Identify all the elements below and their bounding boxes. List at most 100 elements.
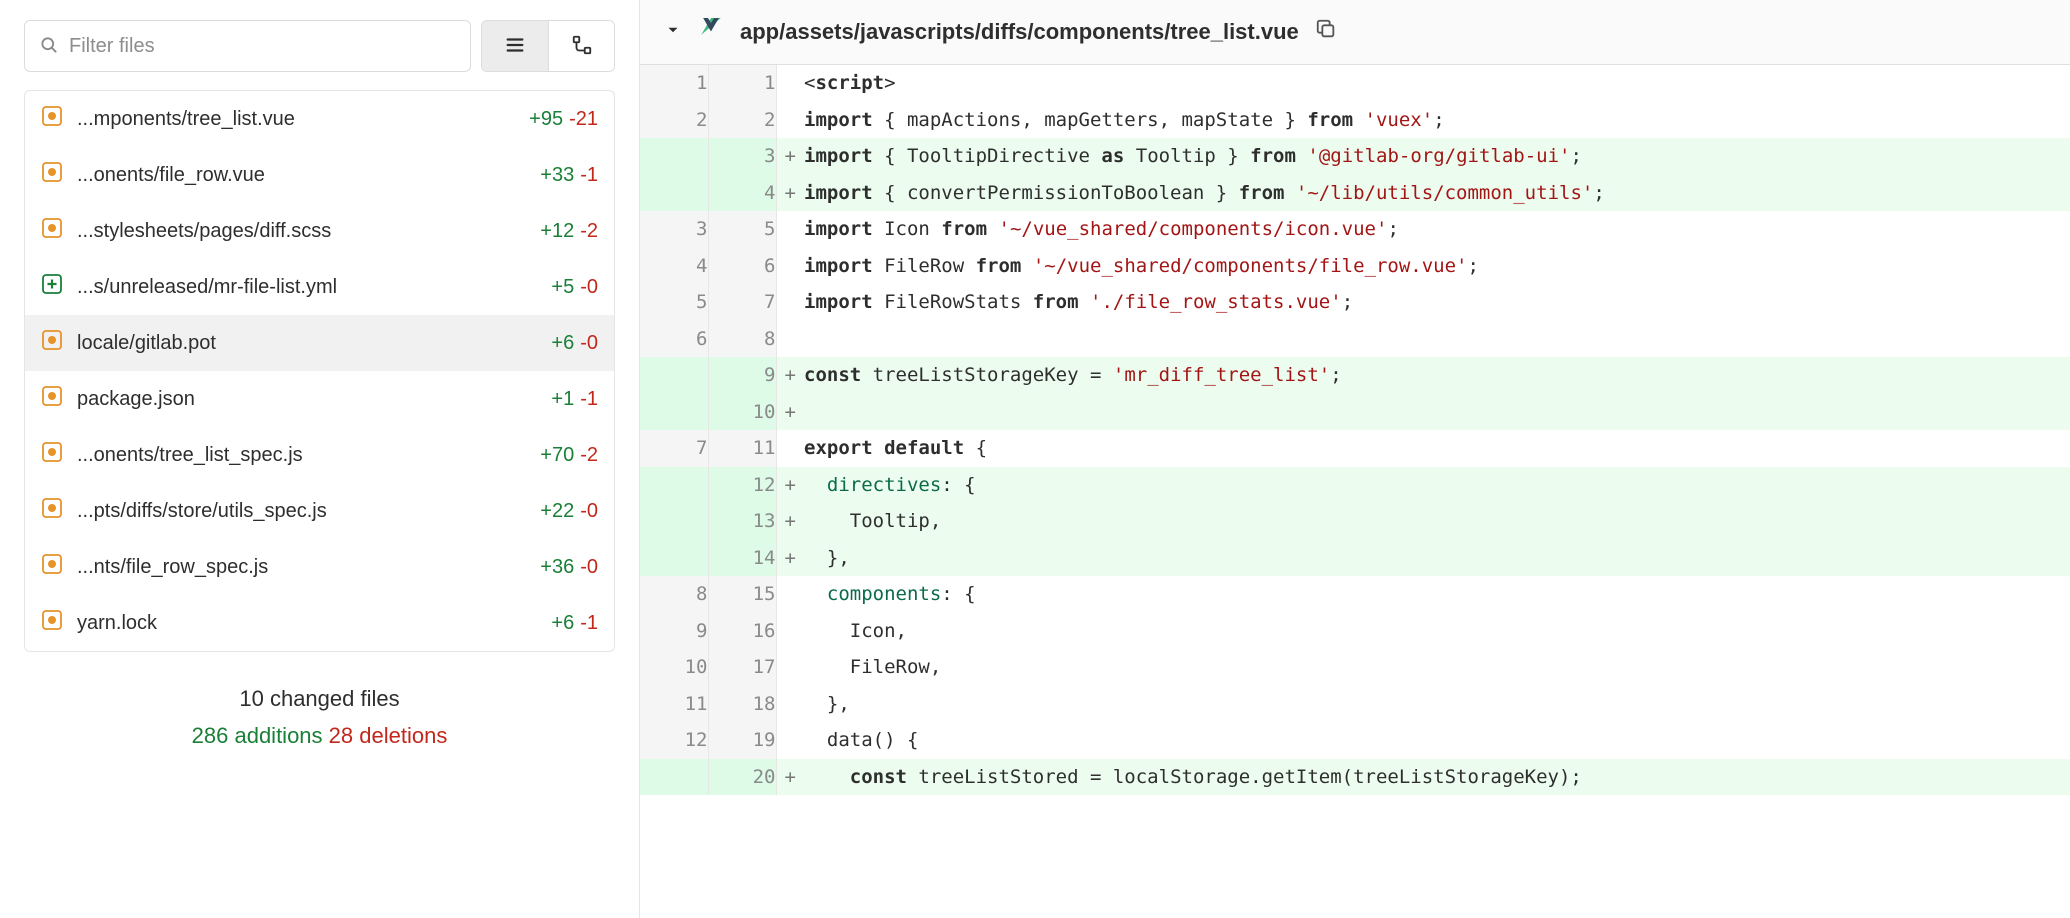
file-modified-icon — [41, 217, 77, 245]
diff-code: import { convertPermissionToBoolean } fr… — [804, 175, 2070, 212]
file-modified-icon — [41, 609, 77, 637]
file-tree-sidebar: ...mponents/tree_list.vue+95-21...onents… — [0, 0, 640, 918]
old-line-number[interactable] — [640, 467, 708, 504]
diff-code: data() { — [804, 722, 2070, 759]
new-line-number[interactable]: 1 — [708, 65, 776, 102]
diff-line: 14+ }, — [640, 540, 2070, 577]
file-name: ...mponents/tree_list.vue — [77, 108, 519, 131]
diff-sign — [776, 65, 804, 102]
new-line-number[interactable]: 18 — [708, 686, 776, 723]
new-line-number[interactable]: 5 — [708, 211, 776, 248]
old-line-number[interactable]: 5 — [640, 284, 708, 321]
new-line-number[interactable]: 10 — [708, 394, 776, 431]
file-additions: +1 — [551, 388, 574, 411]
file-deletions: -1 — [580, 164, 598, 187]
diff-sign: + — [776, 394, 804, 431]
diff-sign — [776, 576, 804, 613]
file-modified-icon — [41, 441, 77, 469]
file-name: ...pts/diffs/store/utils_spec.js — [77, 500, 530, 523]
collapse-diff-toggle[interactable] — [664, 19, 682, 45]
old-line-number[interactable]: 1 — [640, 65, 708, 102]
diff-sign: + — [776, 175, 804, 212]
file-row[interactable]: ...onents/tree_list_spec.js+70-2 — [25, 427, 614, 483]
new-line-number[interactable]: 7 — [708, 284, 776, 321]
old-line-number[interactable]: 6 — [640, 321, 708, 358]
new-line-number[interactable]: 4 — [708, 175, 776, 212]
tree-icon — [571, 34, 593, 59]
file-modified-icon — [41, 105, 77, 133]
file-additions: +5 — [551, 276, 574, 299]
file-row[interactable]: ...onents/file_row.vue+33-1 — [25, 147, 614, 203]
filter-row — [24, 20, 615, 72]
new-line-number[interactable]: 14 — [708, 540, 776, 577]
new-line-number[interactable]: 17 — [708, 649, 776, 686]
file-row[interactable]: ...mponents/tree_list.vue+95-21 — [25, 91, 614, 147]
file-deletions: -0 — [580, 556, 598, 579]
old-line-number[interactable]: 11 — [640, 686, 708, 723]
copy-path-button[interactable] — [1315, 18, 1337, 46]
new-line-number[interactable]: 2 — [708, 102, 776, 139]
old-line-number[interactable]: 10 — [640, 649, 708, 686]
new-line-number[interactable]: 16 — [708, 613, 776, 650]
old-line-number[interactable]: 7 — [640, 430, 708, 467]
diff-line: 10+ — [640, 394, 2070, 431]
file-row[interactable]: locale/gitlab.pot+6-0 — [25, 315, 614, 371]
new-line-number[interactable]: 19 — [708, 722, 776, 759]
old-line-number[interactable] — [640, 175, 708, 212]
file-row[interactable]: ...nts/file_row_spec.js+36-0 — [25, 539, 614, 595]
list-view-toggle[interactable] — [482, 21, 548, 71]
filter-input-wrap[interactable] — [24, 20, 471, 72]
changed-files-count: 10 changed files — [24, 680, 615, 717]
old-line-number[interactable]: 12 — [640, 722, 708, 759]
diff-code — [804, 394, 2070, 431]
old-line-number[interactable] — [640, 503, 708, 540]
file-row[interactable]: ...stylesheets/pages/diff.scss+12-2 — [25, 203, 614, 259]
tree-view-toggle[interactable] — [548, 21, 614, 71]
new-line-number[interactable]: 8 — [708, 321, 776, 358]
diff-code: import FileRow from '~/vue_shared/compon… — [804, 248, 2070, 285]
diff-line: 11<script> — [640, 65, 2070, 102]
diff-sign — [776, 321, 804, 358]
diff-line: 22import { mapActions, mapGetters, mapSt… — [640, 102, 2070, 139]
diff-sign: + — [776, 540, 804, 577]
file-row[interactable]: ...s/unreleased/mr-file-list.yml+5-0 — [25, 259, 614, 315]
file-row[interactable]: yarn.lock+6-1 — [25, 595, 614, 651]
new-line-number[interactable]: 13 — [708, 503, 776, 540]
old-line-number[interactable] — [640, 540, 708, 577]
old-line-number[interactable]: 8 — [640, 576, 708, 613]
file-name: ...s/unreleased/mr-file-list.yml — [77, 276, 541, 299]
file-name: ...onents/tree_list_spec.js — [77, 444, 530, 467]
old-line-number[interactable]: 9 — [640, 613, 708, 650]
old-line-number[interactable]: 2 — [640, 102, 708, 139]
new-line-number[interactable]: 20 — [708, 759, 776, 796]
file-list: ...mponents/tree_list.vue+95-21...onents… — [24, 90, 615, 652]
old-line-number[interactable] — [640, 138, 708, 175]
diff-line: 815 components: { — [640, 576, 2070, 613]
old-line-number[interactable]: 4 — [640, 248, 708, 285]
old-line-number[interactable] — [640, 357, 708, 394]
old-line-number[interactable]: 3 — [640, 211, 708, 248]
file-row[interactable]: package.json +1 -1 — [25, 371, 614, 427]
file-name: package.json — [77, 388, 541, 411]
file-deletions: -1 — [580, 388, 598, 411]
diff-line: 1118 }, — [640, 686, 2070, 723]
new-line-number[interactable]: 12 — [708, 467, 776, 504]
new-line-number[interactable]: 11 — [708, 430, 776, 467]
filter-input[interactable] — [69, 35, 456, 58]
file-deletions: -21 — [569, 108, 598, 131]
diff-sign — [776, 649, 804, 686]
hamburger-icon — [504, 34, 526, 59]
diff-line: 13+ Tooltip, — [640, 503, 2070, 540]
diff-code: import { TooltipDirective as Tooltip } f… — [804, 138, 2070, 175]
new-line-number[interactable]: 9 — [708, 357, 776, 394]
new-line-number[interactable]: 15 — [708, 576, 776, 613]
diff-sign — [776, 430, 804, 467]
diff-sign: + — [776, 138, 804, 175]
new-line-number[interactable]: 3 — [708, 138, 776, 175]
diff-code: directives: { — [804, 467, 2070, 504]
new-line-number[interactable]: 6 — [708, 248, 776, 285]
file-row[interactable]: ...pts/diffs/store/utils_spec.js+22-0 — [25, 483, 614, 539]
old-line-number[interactable] — [640, 759, 708, 796]
old-line-number[interactable] — [640, 394, 708, 431]
diff-body[interactable]: 11<script>22import { mapActions, mapGett… — [640, 65, 2070, 918]
